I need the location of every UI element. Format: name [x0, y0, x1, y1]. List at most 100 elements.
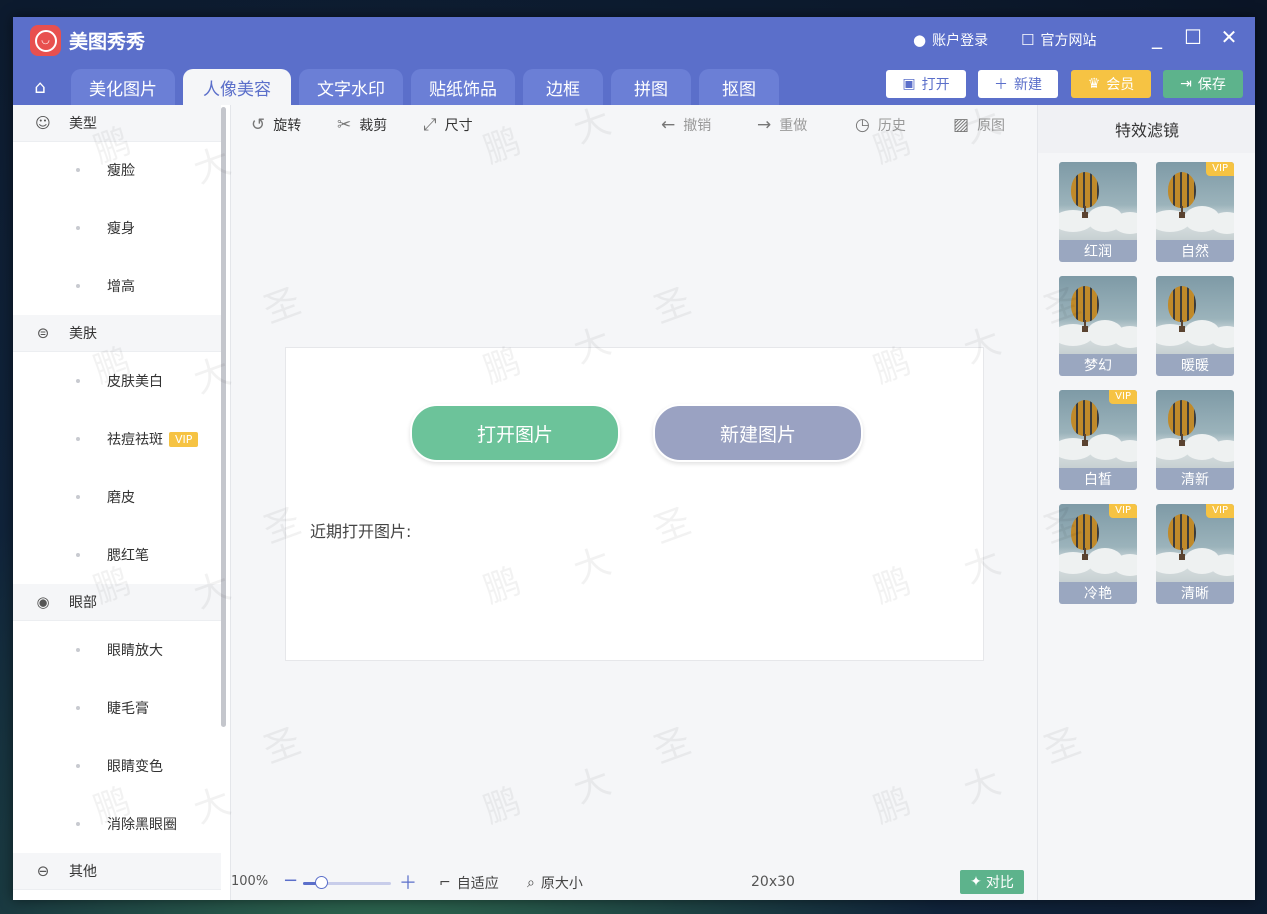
bottom-bar: 100% − ＋ ⌐ 自适应 ⌕ 原大小 20x30 ✦ 对比	[231, 865, 1037, 900]
new-button[interactable]: ＋ 新建	[978, 70, 1058, 98]
sidebar-item-label: 磨皮	[107, 490, 135, 506]
filter-thumbnail[interactable]: 冷艳 VIP	[1059, 504, 1137, 604]
zoom-slider[interactable]	[303, 876, 391, 889]
category-label: 美肤	[69, 326, 97, 342]
open-image-button[interactable]: 打开图片	[410, 404, 620, 462]
new-label: 新建	[1014, 77, 1042, 93]
new-image-button[interactable]: 新建图片	[653, 404, 863, 462]
zoom-out-icon[interactable]: −	[283, 870, 298, 891]
sidebar-item-label: 瘦脸	[107, 163, 135, 179]
redo-arrow-icon: →	[757, 115, 772, 135]
sidebar-item-label: 消除黑眼圈	[107, 817, 177, 833]
sidebar-item-eye-color[interactable]: 眼睛变色	[13, 737, 221, 795]
category-shape[interactable]: ☺ 美型	[13, 105, 221, 142]
sidebar-item-whitening[interactable]: 皮肤美白	[13, 352, 221, 410]
left-sidebar: ☺ 美型 瘦脸 瘦身 增高 ⊜ 美肤 皮肤美白 祛痘祛斑 VIP 磨皮 腮红笔 ◉…	[13, 105, 231, 900]
image-dimensions: 20x30	[751, 874, 795, 890]
official-site-link[interactable]: ☐ 官方网站	[1021, 30, 1096, 50]
undo-arrow-icon: ←	[661, 115, 676, 135]
fit-button[interactable]: ⌐ 自适应	[439, 873, 499, 893]
save-button[interactable]: ⇥ 保存	[1163, 70, 1243, 98]
zoom-percent: 100%	[231, 874, 269, 889]
category-eyes[interactable]: ◉ 眼部	[13, 584, 221, 621]
tab-beautify[interactable]: 美化图片	[71, 69, 175, 105]
vip-badge: VIP	[1206, 504, 1234, 518]
fit-label: 自适应	[456, 876, 499, 892]
zoom-in-icon[interactable]: ＋	[399, 869, 417, 895]
sidebar-item-slim-face[interactable]: 瘦脸	[13, 141, 221, 199]
original-button[interactable]: ▨ 原图	[953, 115, 1005, 135]
crop-button[interactable]: ✂ 裁剪	[337, 115, 387, 135]
maximize-icon[interactable]: ☐	[1179, 25, 1207, 49]
resize-icon: ⤢	[423, 115, 437, 135]
zoom-slider-thumb[interactable]	[314, 876, 328, 889]
filter-thumbnail[interactable]: 清晰 VIP	[1156, 504, 1234, 604]
category-label: 眼部	[69, 595, 97, 611]
tab-stickers[interactable]: 贴纸饰品	[411, 69, 515, 105]
category-other[interactable]: ⊖ 其他	[13, 853, 221, 890]
rotate-button[interactable]: ↺ 旋转	[251, 115, 301, 135]
home-icon[interactable]: ⌂	[21, 69, 59, 105]
account-login-label: 账户登录	[932, 33, 989, 49]
account-login-link[interactable]: ● 账户登录	[913, 30, 988, 50]
sidebar-item-blush[interactable]: 腮红笔	[13, 526, 221, 584]
bullet-icon	[76, 168, 80, 172]
undo-button[interactable]: ← 撤销	[661, 115, 711, 135]
sidebar-item-eye-enlarge[interactable]: 眼睛放大	[13, 621, 221, 679]
bullet-icon	[76, 822, 80, 826]
balloon-image	[1156, 390, 1234, 468]
sidebar-item-slim-body[interactable]: 瘦身	[13, 199, 221, 257]
filter-label: 清新	[1156, 468, 1234, 490]
filter-thumbnail[interactable]: 梦幻	[1059, 276, 1137, 376]
filter-label: 冷艳	[1059, 582, 1137, 604]
tab-text-watermark[interactable]: 文字水印	[299, 69, 403, 105]
picture-icon: ▨	[953, 115, 970, 135]
tab-cutout[interactable]: 抠图	[699, 69, 779, 105]
actual-size-button[interactable]: ⌕ 原大小	[527, 873, 583, 893]
sidebar-scrollbar[interactable]	[221, 107, 226, 727]
tab-portrait[interactable]: 人像美容	[183, 69, 291, 105]
app-window: ◡ 美图秀秀 ● 账户登录 ☐ 官方网站 _ ☐ ✕ ⌂ 美化图片 人像美容 文…	[13, 17, 1255, 900]
compare-label: 对比	[985, 875, 1014, 891]
eye-icon: ◉	[36, 593, 50, 611]
crop-label: 裁剪	[359, 118, 388, 134]
rotate-label: 旋转	[273, 118, 302, 134]
filter-thumbnail[interactable]: 清新	[1156, 390, 1234, 490]
start-card: 打开图片 新建图片 近期打开图片:	[285, 347, 984, 661]
app-title: 美图秀秀	[69, 31, 146, 53]
size-button[interactable]: ⤢ 尺寸	[423, 115, 473, 135]
filter-thumbnail[interactable]: 自然 VIP	[1156, 162, 1234, 262]
vip-label: 会员	[1106, 77, 1135, 93]
sidebar-item-smoothing[interactable]: 磨皮	[13, 468, 221, 526]
sidebar-item-acne-removal[interactable]: 祛痘祛斑 VIP	[13, 410, 221, 468]
history-button[interactable]: ◷ 历史	[855, 115, 906, 135]
category-skin[interactable]: ⊜ 美肤	[13, 315, 221, 352]
filter-thumbnail[interactable]: 红润	[1059, 162, 1137, 262]
undo-label: 撤销	[683, 118, 712, 134]
bullet-icon	[76, 379, 80, 383]
vip-badge: VIP	[1109, 504, 1137, 518]
plus-icon: ＋	[994, 77, 1008, 93]
history-label: 历史	[877, 118, 906, 134]
close-icon[interactable]: ✕	[1215, 25, 1243, 49]
vip-badge: VIP	[1109, 390, 1137, 404]
tab-bar: ⌂ 美化图片 人像美容 文字水印 贴纸饰品 边框 拼图 抠图 ▣ 打开 ＋ 新建…	[13, 65, 1255, 105]
filter-thumbnail[interactable]: 暖暖	[1156, 276, 1234, 376]
title-bar: ◡ 美图秀秀 ● 账户登录 ☐ 官方网站 _ ☐ ✕	[13, 17, 1255, 65]
open-label: 打开	[921, 77, 950, 93]
sidebar-item-dark-circles[interactable]: 消除黑眼圈	[13, 795, 221, 853]
vip-button[interactable]: ♛ 会员	[1071, 70, 1151, 98]
compare-button[interactable]: ✦ 对比	[960, 870, 1024, 894]
sidebar-item-label: 睫毛膏	[107, 701, 149, 717]
filters-title: 特效滤镜	[1038, 105, 1255, 153]
tab-collage[interactable]: 拼图	[611, 69, 691, 105]
sidebar-item-mascara[interactable]: 睫毛膏	[13, 679, 221, 737]
open-button[interactable]: ▣ 打开	[886, 70, 966, 98]
filter-thumbnail[interactable]: 白皙 VIP	[1059, 390, 1137, 490]
tab-frames[interactable]: 边框	[523, 69, 603, 105]
redo-button[interactable]: → 重做	[757, 115, 807, 135]
skin-icon: ⊜	[36, 324, 50, 342]
sidebar-item-heighten[interactable]: 增高	[13, 257, 221, 315]
sidebar-item-label: 祛痘祛斑	[107, 432, 163, 448]
minimize-icon[interactable]: _	[1143, 25, 1171, 49]
